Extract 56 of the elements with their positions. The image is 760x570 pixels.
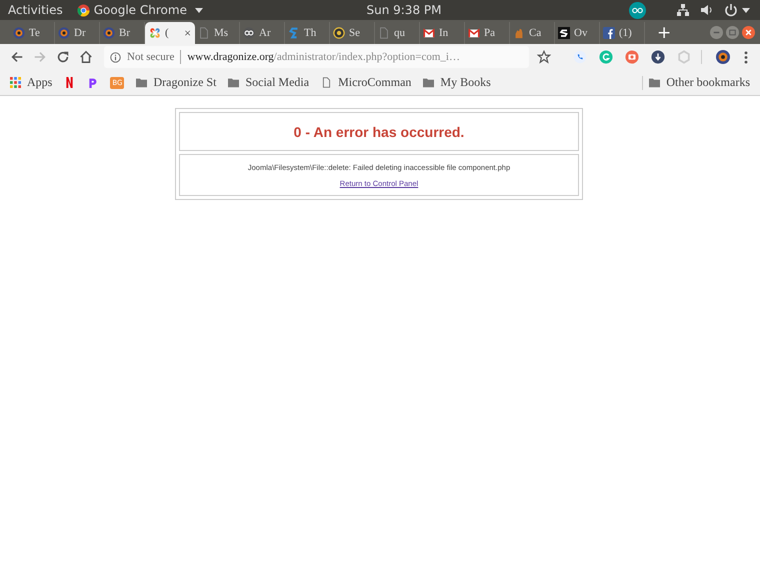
eye-icon [58, 27, 70, 39]
p-bookmark[interactable] [87, 77, 98, 88]
info-icon[interactable] [110, 52, 121, 62]
netflix-bookmark[interactable] [64, 77, 76, 88]
page-icon [378, 27, 390, 39]
clock[interactable]: Sun 9:38 PM [366, 3, 442, 17]
mail-icon [423, 27, 435, 39]
page-bookmark[interactable]: MicroComman [321, 75, 412, 90]
chrome-logo [76, 4, 90, 16]
phone-icon[interactable] [573, 50, 587, 64]
hand-icon [513, 27, 525, 39]
home-button[interactable] [79, 50, 93, 64]
star-icon[interactable] [537, 50, 551, 64]
caret-icon [194, 8, 203, 12]
grid-icon [10, 77, 21, 88]
eye-icon [13, 27, 25, 39]
p-icon [87, 77, 98, 88]
page-icon [321, 77, 332, 88]
error-title: 0 - An error has occurred. [294, 124, 464, 140]
network-icon[interactable] [676, 3, 690, 17]
n-icon [64, 77, 76, 88]
folder-bookmark[interactable]: Social Media [228, 75, 310, 90]
joomla-icon [149, 27, 161, 39]
eye-icon [103, 27, 115, 39]
facebook-icon [603, 27, 615, 39]
other-bookmarks[interactable]: Other bookmarks [649, 75, 750, 90]
infinity-icon [243, 27, 255, 39]
activities-button[interactable]: Activities [8, 3, 63, 17]
power-icon[interactable] [724, 3, 738, 17]
folder-icon [228, 77, 240, 88]
volume-icon[interactable] [700, 3, 714, 17]
new-tab-button[interactable]: + [657, 22, 672, 44]
coin-icon [333, 27, 345, 39]
mail-icon [468, 27, 480, 39]
infinity-icon[interactable] [629, 2, 646, 18]
apps-bookmark[interactable]: Apps [10, 75, 52, 90]
folder-icon [423, 77, 434, 88]
reload-button[interactable] [56, 50, 70, 64]
browser-tab[interactable]: ( × [145, 22, 195, 44]
app-menu[interactable]: Google Chrome [76, 3, 203, 17]
s-icon [288, 27, 300, 39]
caret-icon[interactable] [742, 8, 750, 12]
close-tab-button[interactable]: × [184, 26, 191, 40]
menu-icon[interactable] [744, 50, 748, 64]
camera-icon[interactable] [625, 50, 639, 64]
page-icon [198, 27, 210, 39]
close-button[interactable] [742, 26, 755, 38]
address-bar[interactable]: Not secure www.dragonize.org/administrator/index.php?option=com_i… [104, 46, 529, 68]
back-button[interactable] [10, 50, 24, 64]
folder-bookmark[interactable]: My Books [423, 75, 491, 90]
s-icon [558, 27, 570, 39]
avatar-icon[interactable] [716, 50, 730, 64]
folder-icon [136, 77, 148, 88]
download-icon[interactable] [651, 50, 665, 64]
folder-icon [649, 77, 660, 88]
folder-bookmark[interactable]: Dragonize St [136, 75, 216, 90]
